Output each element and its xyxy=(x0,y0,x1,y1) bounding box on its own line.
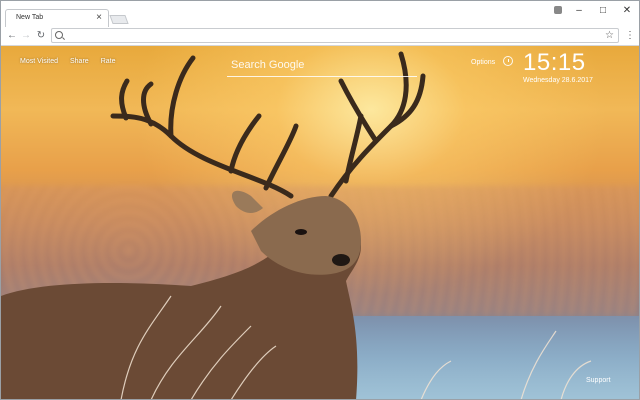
support-link[interactable]: Support xyxy=(586,377,611,384)
tab-strip: New Tab × – □ ✕ xyxy=(1,1,639,27)
most-visited-link[interactable]: Most Visited xyxy=(20,58,58,65)
minimize-button[interactable]: – xyxy=(567,1,591,19)
tab-close-button[interactable]: × xyxy=(96,12,102,24)
reload-button[interactable]: ↻ xyxy=(34,29,48,43)
close-window-button[interactable]: ✕ xyxy=(615,1,639,19)
search-placeholder: Search Google xyxy=(231,59,305,71)
maximize-button[interactable]: □ xyxy=(591,1,615,19)
clock-icon[interactable] xyxy=(503,56,513,66)
google-search-input[interactable]: Search Google xyxy=(227,56,417,77)
tab-title: New Tab xyxy=(16,14,44,21)
new-tab-button[interactable] xyxy=(109,15,129,24)
menu-icon[interactable]: ⋮ xyxy=(625,29,635,43)
clock-time: 15:15 xyxy=(523,49,586,76)
options-link[interactable]: Options xyxy=(471,59,495,66)
back-button[interactable]: ← xyxy=(5,29,19,43)
browser-window: New Tab × – □ ✕ ← → ↻ ☆ ⋮ Most Visited S… xyxy=(0,0,640,400)
share-link[interactable]: Share xyxy=(70,58,89,65)
rate-link[interactable]: Rate xyxy=(101,58,116,65)
top-links: Most Visited Share Rate xyxy=(20,58,115,65)
browser-toolbar: ← → ↻ ☆ ⋮ xyxy=(1,27,639,46)
star-icon[interactable]: ☆ xyxy=(605,29,614,42)
search-icon xyxy=(55,31,63,39)
forward-button[interactable]: → xyxy=(19,29,33,43)
address-bar[interactable]: ☆ xyxy=(51,28,619,43)
profile-icon[interactable] xyxy=(549,1,567,19)
tab-new-tab[interactable]: New Tab × xyxy=(5,9,109,27)
clock-date: Wednesday 28.6.2017 xyxy=(523,77,593,84)
new-tab-page: Most Visited Share Rate Search Google Op… xyxy=(1,46,639,399)
deer-wallpaper-image xyxy=(1,51,592,399)
window-controls: – □ ✕ xyxy=(549,1,639,19)
